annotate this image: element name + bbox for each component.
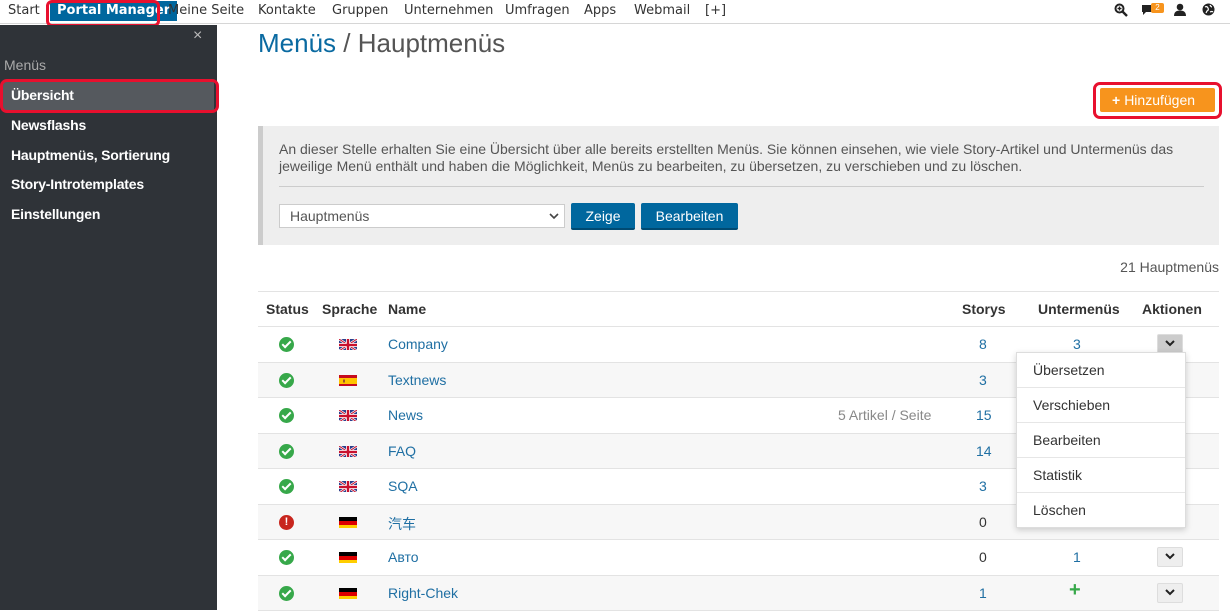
page-title-separator: /	[343, 28, 350, 58]
storys-count[interactable]: 15	[976, 407, 992, 423]
dropdown-item-bearbeiten[interactable]: Bearbeiten	[1017, 423, 1185, 458]
nav-apps[interactable]: Apps	[584, 0, 616, 22]
sidebar-item-hauptmenues-sortierung[interactable]: Hauptmenüs, Sortierung	[11, 147, 170, 163]
page-title-section[interactable]: Menüs	[258, 28, 336, 58]
header-aktionen: Aktionen	[1142, 301, 1202, 317]
nav-gruppen[interactable]: Gruppen	[332, 0, 388, 22]
status-error-icon: !	[279, 515, 294, 530]
sidebar-item-einstellungen[interactable]: Einstellungen	[11, 206, 100, 222]
storys-count[interactable]: 14	[976, 443, 992, 459]
sidebar: × Menüs Übersicht Newsflashs Hauptmenüs,…	[0, 25, 217, 610]
globe-icon[interactable]	[1202, 3, 1218, 19]
status-ok-icon	[279, 337, 294, 352]
table-row: Авто 0 1	[258, 540, 1219, 576]
menu-name-link[interactable]: Company	[388, 336, 448, 352]
storys-count[interactable]: 3	[979, 478, 987, 494]
status-ok-icon	[279, 408, 294, 423]
storys-count[interactable]: 1	[979, 585, 987, 601]
chevron-down-icon	[548, 205, 560, 234]
menu-type-select-value: Hauptmenüs	[290, 208, 369, 224]
info-panel: An dieser Stelle erhalten Sie eine Übers…	[258, 126, 1219, 245]
notifications-badge: 2	[1151, 3, 1164, 13]
storys-count[interactable]: 8	[979, 336, 987, 352]
submenus-count[interactable]: 1	[1073, 549, 1081, 565]
submenus-count[interactable]: 3	[1073, 336, 1081, 352]
nav-meine-seite[interactable]: Meine Seite	[168, 0, 244, 22]
flag-de-icon	[339, 551, 357, 563]
info-text: An dieser Stelle erhalten Sie eine Übers…	[279, 141, 1179, 175]
menu-count: 21 Hauptmenüs	[1120, 259, 1219, 275]
user-icon[interactable]	[1174, 3, 1190, 19]
menu-name-link[interactable]: 汽车	[388, 514, 416, 534]
header-name: Name	[388, 301, 426, 317]
sidebar-section-title: Menüs	[4, 57, 46, 73]
add-submenu-icon[interactable]: +	[1069, 579, 1081, 602]
page-title-current: Hauptmenüs	[358, 28, 505, 58]
menu-name-link[interactable]: Авто	[388, 549, 419, 565]
nav-webmail[interactable]: Webmail	[634, 0, 690, 22]
actions-toggle-button[interactable]	[1157, 334, 1183, 354]
actions-dropdown-menu: Übersetzen Verschieben Bearbeiten Statis…	[1016, 352, 1186, 528]
status-ok-icon	[279, 373, 294, 388]
search-zoom-icon[interactable]	[1114, 3, 1130, 19]
menu-name-link[interactable]: FAQ	[388, 443, 416, 459]
flag-uk-icon	[339, 480, 357, 492]
storys-count: 0	[979, 514, 987, 530]
nav-more[interactable]: [+]	[705, 0, 726, 22]
flag-de-icon	[339, 516, 357, 528]
flag-es-icon	[339, 374, 357, 386]
status-ok-icon	[279, 586, 294, 601]
menu-name-link[interactable]: News	[388, 407, 423, 423]
menu-name-link[interactable]: Textnews	[388, 372, 446, 388]
header-storys: Storys	[962, 301, 1006, 317]
actions-toggle-button[interactable]	[1157, 583, 1183, 603]
sidebar-close-icon[interactable]: ×	[193, 27, 202, 45]
show-button[interactable]: Zeige	[571, 203, 635, 230]
nav-start[interactable]: Start	[8, 0, 40, 22]
menu-name-link[interactable]: SQA	[388, 478, 418, 494]
status-ok-icon	[279, 479, 294, 494]
sidebar-item-story-introtemplates[interactable]: Story-Introtemplates	[11, 176, 144, 192]
storys-count: 0	[979, 549, 987, 565]
flag-uk-icon	[339, 445, 357, 457]
nav-kontakte[interactable]: Kontakte	[258, 0, 316, 22]
status-ok-icon	[279, 444, 294, 459]
sidebar-item-newsflashs[interactable]: Newsflashs	[11, 117, 86, 133]
menu-type-select[interactable]: Hauptmenüs	[279, 204, 565, 228]
menu-note: 5 Artikel / Seite	[838, 407, 931, 423]
header-status: Status	[266, 301, 309, 317]
info-divider	[279, 186, 1204, 187]
nav-umfragen[interactable]: Umfragen	[505, 0, 570, 22]
flag-uk-icon	[339, 338, 357, 350]
dropdown-item-verschieben[interactable]: Verschieben	[1017, 388, 1185, 423]
menu-name-link[interactable]: Right-Chek	[388, 585, 458, 601]
dropdown-item-loeschen[interactable]: Löschen	[1017, 493, 1185, 528]
top-navigation: Start Portal Manager Meine Seite Kontakt…	[0, 0, 1230, 24]
flag-de-icon	[339, 587, 357, 599]
edit-button[interactable]: Bearbeiten	[641, 203, 738, 230]
page-title: Menüs / Hauptmenüs	[258, 28, 505, 59]
dropdown-item-uebersetzen[interactable]: Übersetzen	[1017, 353, 1185, 388]
dropdown-item-statistik[interactable]: Statistik	[1017, 458, 1185, 493]
highlight-portal-manager	[46, 0, 160, 27]
header-untermenues: Untermenüs	[1038, 301, 1120, 317]
table-row: Right-Chek 1 +	[258, 576, 1219, 611]
actions-toggle-button[interactable]	[1157, 547, 1183, 567]
table-header: Status Sprache Name Storys Untermenüs Ak…	[258, 292, 1219, 327]
storys-count[interactable]: 3	[979, 372, 987, 388]
highlight-sidebar-uebersicht	[0, 79, 219, 113]
flag-uk-icon	[339, 409, 357, 421]
header-sprache: Sprache	[322, 301, 377, 317]
highlight-add-button	[1093, 82, 1222, 119]
status-ok-icon	[279, 550, 294, 565]
nav-unternehmen[interactable]: Unternehmen	[404, 0, 493, 22]
